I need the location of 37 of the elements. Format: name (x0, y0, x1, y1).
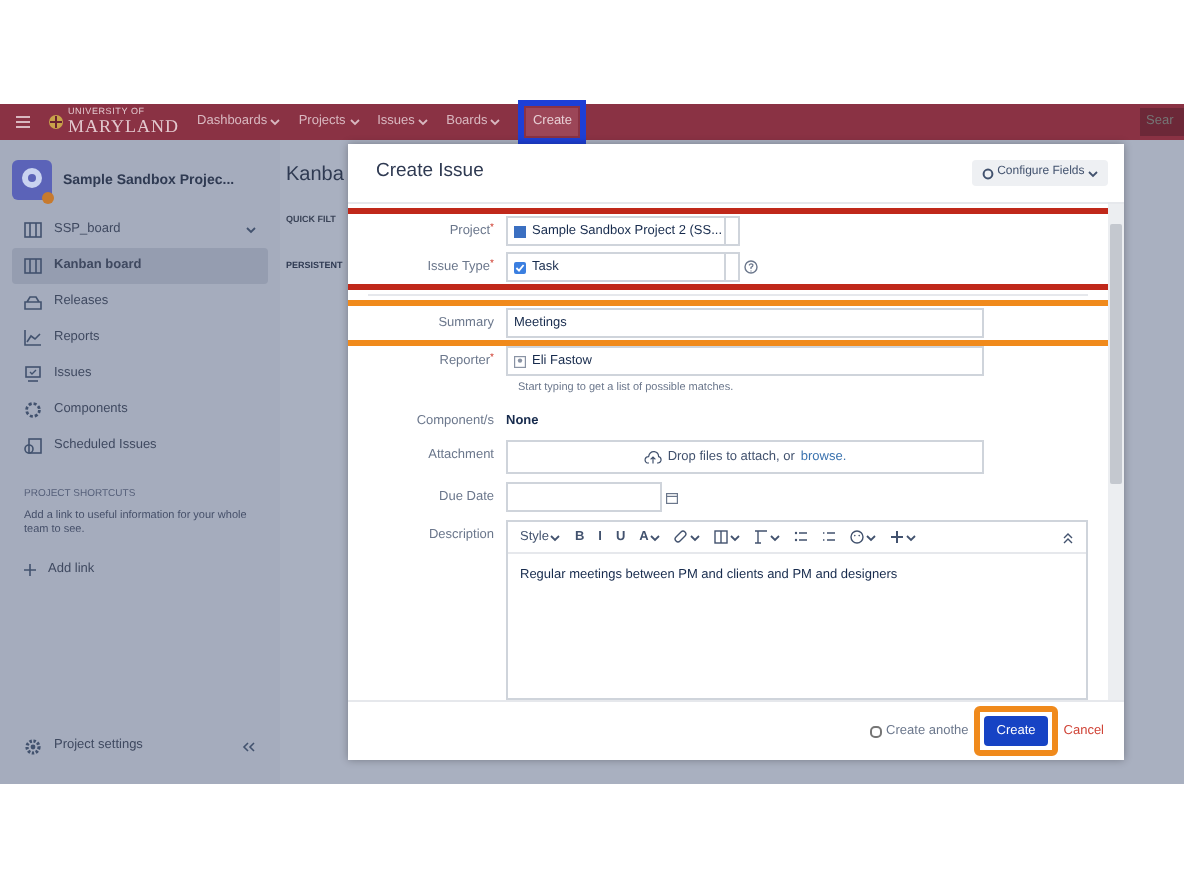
caret-icon (246, 225, 256, 233)
caret-icon (490, 118, 501, 126)
gear-icon (981, 167, 994, 179)
plus-icon (24, 563, 36, 576)
caret-icon (1088, 169, 1098, 177)
toolbar-button[interactable] (794, 530, 809, 544)
emoji-icon (850, 530, 865, 544)
toolbar-button[interactable] (850, 530, 877, 544)
toolbar-button[interactable] (890, 530, 917, 544)
bulleted-list-icon (794, 530, 809, 544)
page-title: Kanba (286, 162, 344, 190)
avatar-icon (514, 355, 526, 367)
board-icon (24, 221, 42, 237)
scrollbar[interactable] (1108, 204, 1124, 700)
project-icon (514, 225, 526, 237)
date-field[interactable] (506, 482, 662, 512)
toolbar-button[interactable] (754, 530, 781, 544)
create-another-checkbox[interactable] (870, 725, 883, 737)
monitor-icon (24, 365, 42, 381)
line-chart-icon (24, 329, 42, 345)
caret-icon (418, 118, 429, 126)
upload-cloud-icon (643, 450, 662, 464)
caret-icon (270, 118, 281, 126)
gear-icon (24, 737, 42, 755)
dialog-title: Create Issue (376, 158, 484, 187)
toolbar-button[interactable] (674, 530, 701, 544)
checkbox-icon (514, 261, 526, 273)
board-icon (24, 257, 42, 273)
toolbar-button[interactable] (714, 530, 741, 544)
crest-icon (48, 114, 64, 130)
project-avatar-icon (12, 160, 56, 204)
menu-icon[interactable] (16, 116, 30, 128)
collapse-icon[interactable] (1062, 531, 1074, 543)
caret-icon (349, 118, 360, 126)
plus-icon (890, 530, 905, 544)
tray-icon (24, 293, 42, 309)
collapse-icon[interactable] (242, 741, 256, 751)
